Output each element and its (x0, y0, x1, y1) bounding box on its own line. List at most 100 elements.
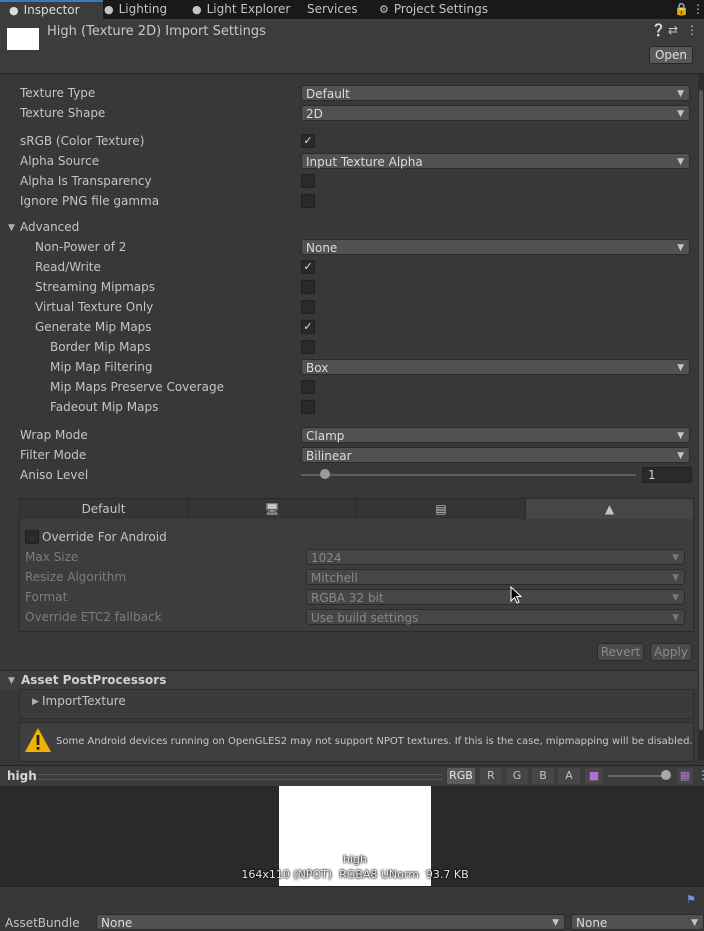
srgb-label: sRGB (Color Texture) (20, 134, 145, 148)
ignore-png-gamma-label: Ignore PNG file gamma (20, 194, 160, 208)
preview-drag-handle[interactable] (38, 774, 442, 780)
filter-mode-dropdown[interactable]: Bilinear ▼ (301, 447, 690, 463)
npot-dropdown[interactable]: None ▼ (301, 239, 690, 255)
override-android-label: Override For Android (42, 530, 167, 544)
channel-b-button[interactable]: B (532, 768, 554, 784)
dropdown-arrow-icon: ▼ (677, 431, 684, 441)
filter-mode-label: Filter Mode (20, 448, 87, 462)
platform-tab-default[interactable]: Default (20, 499, 188, 519)
mip-level-icon[interactable]: ■ (585, 768, 603, 784)
platform-tab-server[interactable]: ▤ (357, 499, 526, 519)
tab-label: Light Explorer (206, 2, 291, 16)
alpha-source-dropdown[interactable]: Input Texture Alpha ▼ (301, 153, 690, 169)
border-mip-maps-checkbox[interactable] (301, 340, 315, 354)
tab-label: Inspector (23, 3, 80, 17)
format-label: Format (25, 590, 68, 604)
alpha-transparency-checkbox[interactable] (301, 174, 315, 188)
channel-rgb-button[interactable]: RGB (447, 768, 475, 784)
dropdown-arrow-icon: ▼ (677, 157, 684, 167)
importtexture-foldout-icon[interactable]: ▶ (32, 697, 39, 707)
dropdown-value: Default (306, 87, 350, 101)
generate-mip-maps-checkbox[interactable]: ✓ (301, 320, 315, 334)
mip-map-filtering-dropdown[interactable]: Box ▼ (301, 359, 690, 375)
presets-icon[interactable]: ⇄ (668, 23, 678, 37)
tab-services[interactable]: Services (307, 0, 358, 19)
lock-icon[interactable]: 🔒 (674, 0, 689, 19)
tab-label: Project Settings (393, 2, 488, 16)
mouse-cursor-icon (510, 585, 523, 607)
platform-tab-android[interactable]: ▲ (526, 499, 693, 519)
generate-mip-maps-label: Generate Mip Maps (35, 320, 152, 334)
dropdown-arrow-icon: ▼ (672, 553, 679, 563)
aniso-level-label: Aniso Level (20, 468, 89, 482)
dropdown-arrow-icon: ▼ (677, 363, 684, 373)
srgb-checkbox[interactable]: ✓ (301, 134, 315, 148)
mip-maps-preserve-coverage-checkbox[interactable] (301, 380, 315, 394)
dropdown-value: Clamp (306, 429, 345, 443)
dropdown-arrow-icon: ▼ (691, 918, 698, 928)
advanced-foldout-icon[interactable]: ▼ (8, 223, 15, 233)
resize-algorithm-label: Resize Algorithm (25, 570, 127, 584)
mip-slider-track[interactable] (608, 775, 668, 777)
dropdown-arrow-icon: ▼ (672, 593, 679, 603)
label-tag-icon[interactable]: ⚑ (686, 893, 696, 906)
texture-type-label: Texture Type (20, 86, 96, 100)
ignore-png-gamma-checkbox[interactable] (301, 194, 315, 208)
resize-algorithm-dropdown: Mitchell ▼ (306, 569, 685, 585)
streaming-mipmaps-checkbox[interactable] (301, 280, 315, 294)
revert-button[interactable]: Revert (597, 643, 644, 661)
wrap-mode-dropdown[interactable]: Clamp ▼ (301, 427, 690, 443)
preview-menu-icon[interactable]: ⋮ (697, 768, 704, 782)
dropdown-arrow-icon: ▼ (677, 109, 684, 119)
help-icon[interactable]: ❔ (651, 23, 666, 37)
mip-slider-thumb[interactable] (661, 770, 671, 780)
more-icon[interactable]: ⋮ (686, 23, 698, 37)
platform-tab-standalone[interactable]: 🖥 (188, 499, 357, 519)
tab-project-settings[interactable]: ⚙ Project Settings (379, 0, 488, 19)
wrap-mode-label: Wrap Mode (20, 428, 88, 442)
warning-icon (24, 727, 52, 756)
dropdown-arrow-icon: ▼ (677, 451, 684, 461)
read-write-checkbox[interactable]: ✓ (301, 260, 315, 274)
aniso-slider-track[interactable] (301, 474, 636, 476)
tab-inspector[interactable]: ● Inspector (0, 0, 103, 19)
tab-light-explorer[interactable]: ● Light Explorer (192, 0, 290, 19)
texture-type-dropdown[interactable]: Default ▼ (301, 85, 690, 101)
importtexture-label[interactable]: ImportTexture (42, 694, 126, 708)
channel-g-button[interactable]: G (506, 768, 528, 784)
fadeout-mip-maps-checkbox[interactable] (301, 400, 315, 414)
virtual-texture-only-checkbox[interactable] (301, 300, 315, 314)
aniso-slider-thumb[interactable] (320, 469, 330, 479)
apply-button[interactable]: Apply (650, 643, 692, 661)
channel-a-button[interactable]: A (558, 768, 580, 784)
preview-image-name: high (343, 853, 367, 866)
tab-lighting[interactable]: ● Lighting (104, 0, 167, 19)
dropdown-value: 2D (306, 107, 323, 121)
dropdown-arrow-icon: ▼ (672, 613, 679, 623)
advanced-foldout-label[interactable]: Advanced (20, 220, 79, 234)
etc2-fallback-dropdown: Use build settings ▼ (306, 609, 685, 625)
open-button[interactable]: Open (649, 46, 693, 64)
preview-area: high 164x110 (NPOT) RGBA8 UNorm 93.7 KB (0, 786, 704, 886)
aniso-level-field[interactable]: 1 (642, 467, 692, 483)
checker-icon[interactable]: ▦ (677, 768, 693, 784)
kebab-menu-icon[interactable]: ⋮ (692, 0, 704, 19)
texture-shape-dropdown[interactable]: 2D ▼ (301, 105, 690, 121)
alpha-source-label: Alpha Source (20, 154, 100, 168)
npot-label: Non-Power of 2 (35, 240, 127, 254)
dropdown-value: Mitchell (311, 571, 358, 585)
texture-shape-label: Texture Shape (20, 106, 106, 120)
channel-r-button[interactable]: R (480, 768, 502, 784)
max-size-label: Max Size (25, 550, 79, 564)
texture-thumbnail (7, 28, 39, 50)
dropdown-arrow-icon: ▼ (677, 89, 684, 99)
mip-map-filtering-label: Mip Map Filtering (50, 360, 153, 374)
scrollbar-thumb[interactable] (699, 90, 703, 730)
info-icon: ● (9, 4, 19, 17)
override-android-checkbox[interactable] (25, 530, 39, 544)
preview-name: high (7, 769, 37, 783)
warning-text: Some Android devices running on OpenGLES… (56, 736, 693, 747)
tab-label: Lighting (118, 2, 168, 16)
streaming-mipmaps-label: Streaming Mipmaps (35, 280, 156, 294)
postprocessors-foldout-icon[interactable]: ▼ (8, 676, 15, 686)
